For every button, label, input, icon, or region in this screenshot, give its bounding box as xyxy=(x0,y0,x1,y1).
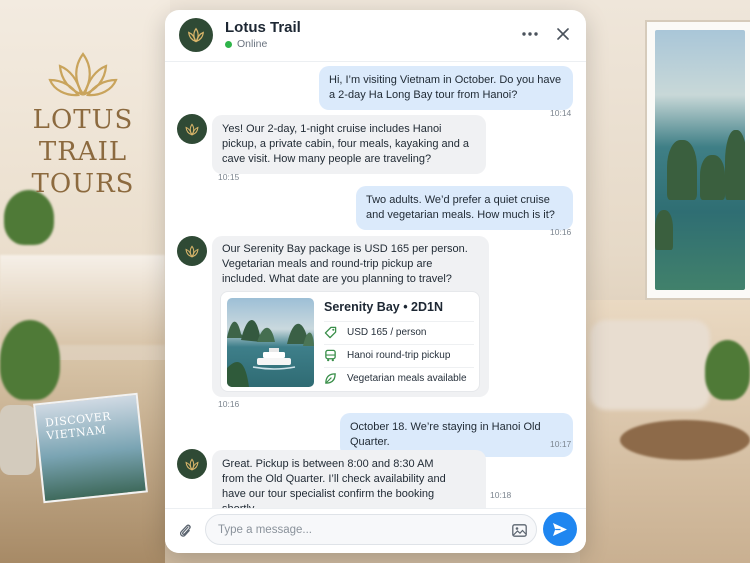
card-feature-price: USD 165 / person xyxy=(324,321,474,343)
ha-long-bay-painting xyxy=(645,20,750,300)
agent-message: Yes! Our 2-day, 1-night cruise includes … xyxy=(212,115,486,174)
card-title: Serenity Bay • 2D1N xyxy=(324,300,444,314)
message-timestamp: 10:16 xyxy=(218,399,240,409)
message-timestamp: 10:16 xyxy=(550,227,572,237)
paperclip-icon xyxy=(179,524,191,537)
price-tag-icon xyxy=(324,326,337,339)
user-message: Two adults. We’d prefer a quiet cruise a… xyxy=(356,186,573,230)
sofa xyxy=(590,320,710,410)
message-composer xyxy=(165,508,586,553)
message-timestamp: 10:14 xyxy=(550,108,572,118)
agent-avatar xyxy=(177,236,207,266)
tour-package-card[interactable]: Serenity Bay • 2D1N USD 165 / person Han… xyxy=(220,291,480,392)
message-timestamp: 10:17 xyxy=(550,439,572,449)
leaf-icon xyxy=(325,373,336,384)
agent-message-text: Our Serenity Bay package is USD 165 per … xyxy=(222,243,468,285)
send-icon xyxy=(553,522,567,536)
attach-button[interactable] xyxy=(175,519,195,541)
card-feature-text: USD 165 / person xyxy=(347,327,427,338)
plant xyxy=(705,340,750,400)
chat-header: Lotus Trail Online xyxy=(165,10,586,62)
discover-vietnam-book: DISCOVER VIETNAM xyxy=(33,392,148,504)
more-horizontal-icon xyxy=(522,32,538,36)
lotus-icon xyxy=(185,457,199,471)
bus-icon xyxy=(325,349,336,362)
close-icon xyxy=(557,28,569,40)
agent-message-with-card: Our Serenity Bay package is USD 165 per … xyxy=(212,236,489,397)
lotus-icon xyxy=(188,27,204,43)
wall-logo: LOTUS TRAIL TOURS xyxy=(8,50,158,200)
plant xyxy=(0,320,60,400)
ha-long-bay-photo xyxy=(227,298,314,387)
close-button[interactable] xyxy=(551,22,575,46)
image-button[interactable] xyxy=(510,521,528,539)
chat-window: Lotus Trail Online Hi, I’m visiting Viet… xyxy=(165,10,586,553)
agent-avatar xyxy=(177,449,207,479)
image-icon xyxy=(511,523,527,537)
message-input[interactable] xyxy=(205,514,537,545)
send-button[interactable] xyxy=(543,512,577,546)
agent-avatar xyxy=(177,114,207,144)
card-feature-pickup: Hanoi round-trip pickup xyxy=(324,344,474,366)
card-feature-text: Vegetarian meals available xyxy=(347,373,467,384)
logo-text-line1: LOTUS TRAIL xyxy=(32,105,134,167)
status-label: Online xyxy=(237,38,268,50)
online-status: Online xyxy=(225,38,267,50)
message-timestamp: 10:15 xyxy=(218,172,240,182)
message-timestamp: 10:18 xyxy=(490,490,512,500)
agent-avatar xyxy=(179,18,213,52)
vase xyxy=(0,405,36,475)
card-feature-text: Hanoi round-trip pickup xyxy=(347,350,451,361)
chat-title: Lotus Trail xyxy=(225,19,301,36)
more-options-button[interactable] xyxy=(518,22,542,46)
card-feature-meals: Vegetarian meals available xyxy=(324,367,474,389)
lotus-icon xyxy=(185,122,199,136)
user-message: Hi, I’m visiting Vietnam in October. Do … xyxy=(319,66,573,110)
online-dot-icon xyxy=(225,40,232,48)
logo-text-line2: TOURS xyxy=(31,169,135,199)
lotus-logo-icon xyxy=(48,52,118,97)
coffee-table xyxy=(620,420,750,460)
lotus-icon xyxy=(185,244,199,258)
